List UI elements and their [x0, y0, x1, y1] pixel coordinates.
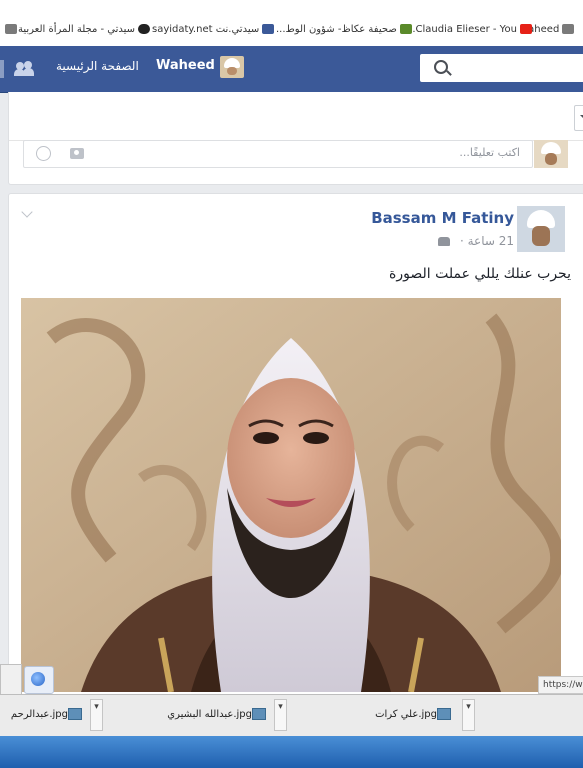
search-icon[interactable]	[434, 60, 448, 74]
photo-illustration	[21, 298, 561, 692]
post-author[interactable]: Bassam M Fatiny	[371, 209, 514, 227]
image-file-icon	[68, 708, 82, 720]
nav-divider	[0, 60, 4, 78]
bookmark-item[interactable]: سيدتي.نت sayidaty.net	[152, 24, 275, 35]
image-file-icon	[252, 708, 266, 720]
emoji-icon[interactable]	[36, 146, 51, 161]
camera-icon[interactable]	[70, 148, 84, 159]
bookmarks-bar: waheed Claudia Elieser - You... صحيفة عك…	[0, 0, 583, 47]
commenter-avatar	[534, 140, 568, 168]
bookmark-item[interactable]: صحيفة عكاظ- شؤون الوط...	[276, 24, 412, 35]
facebook-top-bar: الصفحة الرئيسية Waheed	[0, 46, 583, 93]
globe-icon[interactable]	[24, 666, 54, 694]
download-item[interactable]: jpg.عبدالله البشيري	[104, 701, 270, 729]
download-menu-chevron-down-icon[interactable]: ▾	[90, 699, 103, 731]
search-input[interactable]	[420, 54, 583, 82]
image-file-icon	[437, 708, 451, 720]
previous-post-card: اكتب تعليقًا...	[8, 92, 583, 185]
download-menu-chevron-down-icon[interactable]: ▾	[462, 699, 475, 731]
post-photo[interactable]	[21, 298, 561, 692]
download-item[interactable]: jpg.عبدالرحم	[0, 701, 86, 729]
post-time[interactable]: 21 ساعة	[468, 234, 514, 248]
windows-taskbar	[0, 736, 583, 768]
download-item[interactable]: jpg.علي كرات	[295, 701, 455, 729]
status-url: https://w	[538, 676, 583, 694]
meta-separator: ·	[459, 234, 464, 248]
profile-avatar[interactable]	[220, 56, 244, 78]
bird-icon	[138, 24, 151, 34]
profile-link[interactable]: Waheed	[156, 58, 215, 73]
post-card: Bassam M Fatiny 21 ساعة · يحرب عنلك يللي…	[8, 193, 583, 715]
comment-sort-dropdown[interactable]	[574, 105, 583, 131]
bookmark-item[interactable]: سيدتي - مجلة المرأة العربية	[18, 24, 151, 35]
audience-icon[interactable]	[438, 237, 451, 246]
facebook-icon	[262, 24, 275, 34]
side-panel-tab[interactable]	[0, 664, 22, 696]
comment-placeholder: اكتب تعليقًا...	[459, 146, 520, 159]
bookmark-favicon-icon	[562, 24, 575, 34]
chevron-down-icon[interactable]	[21, 206, 33, 218]
post-text: يحرب عنلك يللي عملت الصورة	[389, 266, 571, 282]
post-author-avatar[interactable]	[517, 206, 565, 252]
youtube-icon	[519, 24, 532, 34]
comment-input[interactable]: اكتب تعليقًا...	[23, 140, 533, 168]
download-menu-chevron-down-icon[interactable]: ▾	[274, 699, 287, 731]
friend-requests-icon[interactable]	[14, 60, 34, 76]
post-meta: 21 ساعة ·	[438, 234, 514, 248]
downloads-bar: ▾ jpg.علي كرات ▾ jpg.عبدالله البشيري ▾ j…	[0, 694, 583, 737]
bookmark-item[interactable]	[2, 24, 17, 35]
home-link[interactable]: الصفحة الرئيسية	[56, 59, 139, 73]
bookmark-favicon-icon	[5, 24, 17, 34]
okaz-icon	[399, 24, 412, 34]
bookmark-item[interactable]: Claudia Elieser - You...	[406, 24, 532, 35]
